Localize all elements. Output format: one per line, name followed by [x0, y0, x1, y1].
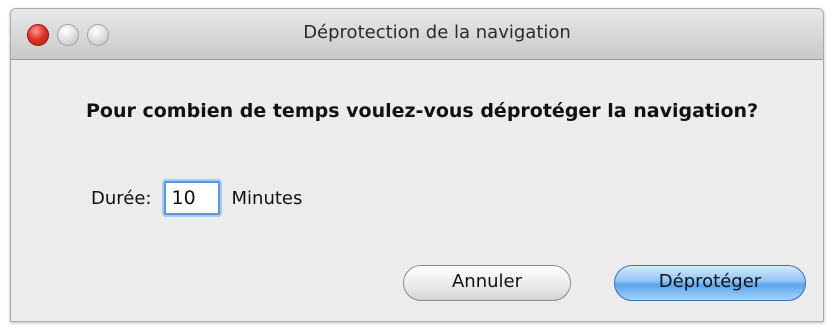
unprotect-button[interactable]: Déprotéger [614, 265, 806, 301]
window-title: Déprotection de la navigation [303, 22, 571, 43]
cancel-button[interactable]: Annuler [403, 265, 571, 301]
duration-label: Durée: [91, 187, 152, 209]
dialog-window: Déprotection de la navigation Pour combi… [10, 8, 824, 322]
dialog-question: Pour combien de temps voulez-vous déprot… [86, 100, 759, 122]
duration-minutes-input[interactable] [163, 181, 220, 215]
dialog-content: Pour combien de temps voulez-vous déprot… [11, 60, 823, 321]
duration-row: Durée: Minutes [91, 180, 302, 216]
title-bar[interactable]: Déprotection de la navigation [11, 9, 823, 60]
duration-unit-label: Minutes [231, 187, 303, 209]
